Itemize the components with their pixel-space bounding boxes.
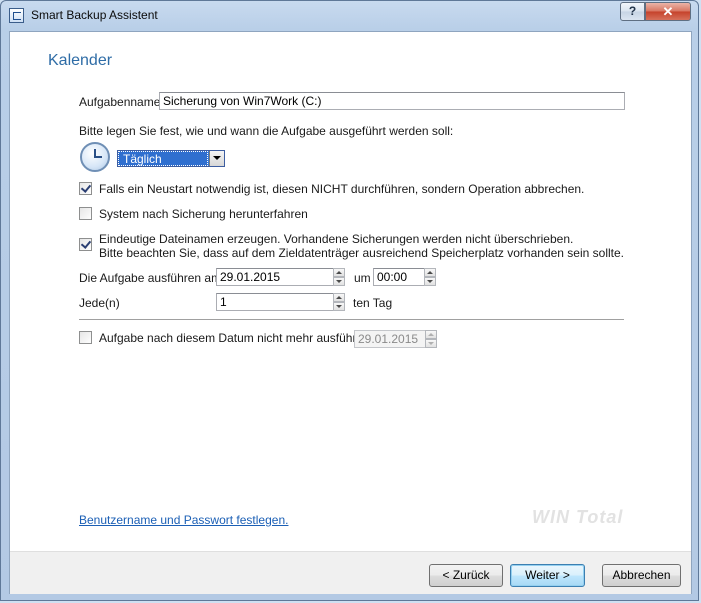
every-spinner[interactable] [333,293,345,311]
run-on-date-input[interactable]: 29.01.2015 [216,268,334,286]
end-date-input: 29.01.2015 [354,330,426,348]
schedule-prompt: Bitte legen Sie fest, wie und wann die A… [79,124,454,138]
shutdown-checkbox[interactable] [79,207,92,220]
shutdown-label: System nach Sicherung herunterfahren [99,207,308,221]
page-title: Kalender [48,52,113,69]
run-on-label: Die Aufgabe ausführen am: [79,271,225,285]
end-date-label: Aufgabe nach diesem Datum nicht mehr aus… [99,331,374,345]
frequency-dropdown[interactable]: Täglich [117,150,225,167]
unique-names-checkbox[interactable] [79,238,92,251]
time-spinner[interactable] [424,268,436,286]
no-restart-label: Falls ein Neustart notwendig ist, diesen… [99,182,585,196]
back-button[interactable]: < Zurück [429,564,503,587]
every-label: Jede(n) [79,296,120,310]
chevron-down-icon[interactable] [209,151,224,166]
every-input[interactable]: 1 [216,293,334,311]
frequency-selected: Täglich [118,151,208,166]
clock-icon [80,142,110,172]
button-bar: < Zurück Weiter > Abbrechen [10,551,691,594]
cancel-button[interactable]: Abbrechen [602,564,681,587]
close-button[interactable]: ✕ [645,2,691,21]
end-date-spinner [425,330,437,348]
separator [79,319,624,320]
wizard-window: Smart Backup Assistent ? ✕ Kalender Aufg… [0,0,699,601]
unique-names-note: Bitte beachten Sie, dass auf dem Zieldat… [99,246,624,260]
app-icon [9,8,24,23]
watermark-text-b: Total [576,507,624,527]
unique-names-label: Eindeutige Dateinamen erzeugen. Vorhande… [99,232,574,246]
task-name-input[interactable]: Sicherung von Win7Work (C:) [159,92,625,110]
next-button[interactable]: Weiter > [510,564,585,587]
watermark-logo: WIN Total [532,507,632,535]
time-input[interactable]: 00:00 [373,268,425,286]
run-on-date-spinner[interactable] [333,268,345,286]
title-bar[interactable]: Smart Backup Assistent ? ✕ [1,1,698,31]
window-title: Smart Backup Assistent [31,8,158,22]
at-label: um [354,271,371,285]
end-date-checkbox[interactable] [79,331,92,344]
credentials-link[interactable]: Benutzername und Passwort festlegen. [79,513,288,527]
every-unit-label: ten Tag [353,296,393,310]
help-button[interactable]: ? [620,2,645,21]
watermark-text-a: WIN [532,507,570,527]
no-restart-checkbox[interactable] [79,182,92,195]
task-name-label: Aufgabenname: [79,95,164,109]
wizard-content: Kalender Aufgabenname: Sicherung von Win… [9,31,692,594]
